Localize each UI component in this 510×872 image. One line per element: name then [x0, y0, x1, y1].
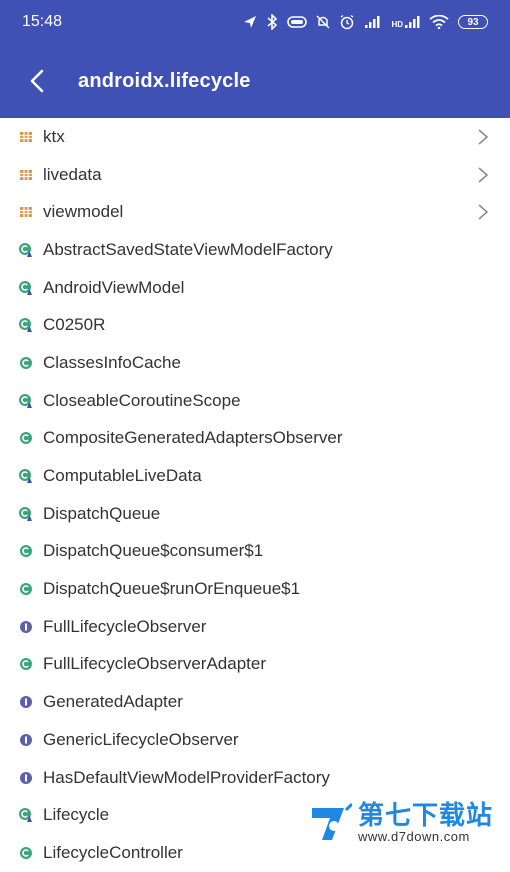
class-row[interactable]: GeneratedAdapter	[0, 683, 510, 721]
mute-icon	[316, 15, 330, 29]
alarm-icon	[341, 14, 354, 30]
status-time: 15:48	[22, 13, 63, 30]
row-label: GeneratedAdapter	[43, 692, 183, 712]
class-icon	[18, 845, 34, 861]
interface-icon	[18, 619, 34, 635]
row-label: livedata	[43, 164, 102, 184]
bluetooth-icon	[267, 14, 278, 30]
row-label: DispatchQueue$consumer$1	[43, 541, 264, 561]
row-label: ktx	[43, 126, 65, 146]
row-label: ComputableLiveData	[43, 466, 202, 486]
location-icon	[244, 16, 257, 28]
row-label: CompositeGeneratedAdaptersObserver	[43, 428, 343, 448]
abstract-class-icon	[18, 317, 34, 333]
interface-icon	[18, 732, 34, 748]
class-row[interactable]: ClassesInfoCache	[0, 344, 510, 382]
class-row[interactable]: DispatchQueue	[0, 495, 510, 533]
class-icon	[18, 581, 34, 597]
data-saver-icon	[287, 16, 308, 28]
abstract-class-icon	[18, 506, 34, 522]
package-row[interactable]: ktx	[0, 118, 510, 156]
watermark-logo-icon	[312, 802, 352, 840]
package-row[interactable]: livedata	[0, 156, 510, 194]
back-button[interactable]	[14, 58, 60, 104]
class-row[interactable]: ComputableLiveData	[0, 457, 510, 495]
row-label: FullLifecycleObserver	[43, 616, 207, 636]
watermark-text: 第七下载站	[358, 799, 494, 830]
row-label: DispatchQueue$runOrEnqueue$1	[43, 579, 301, 599]
battery-icon: 93	[458, 15, 488, 29]
row-label: FullLifecycleObserverAdapter	[43, 654, 266, 674]
abstract-class-icon	[18, 280, 34, 296]
class-row[interactable]: CompositeGeneratedAdaptersObserver	[0, 420, 510, 458]
class-row[interactable]: AndroidViewModel	[0, 269, 510, 307]
class-row[interactable]: FullLifecycleObserverAdapter	[0, 646, 510, 684]
interface-icon	[18, 694, 34, 710]
abstract-class-icon	[18, 393, 34, 409]
hd-label: HD	[391, 20, 403, 29]
page-title: androidx.lifecycle	[78, 69, 251, 92]
row-label: Lifecycle	[43, 805, 110, 825]
status-icons: HD 93	[243, 14, 488, 30]
class-row[interactable]: CloseableCoroutineScope	[0, 382, 510, 420]
class-row[interactable]: GenericLifecycleObserver	[0, 721, 510, 759]
class-row[interactable]: AbstractSavedStateViewModelFactory	[0, 231, 510, 269]
row-label: C0250R	[43, 315, 106, 335]
package-row[interactable]: viewmodel	[0, 193, 510, 231]
back-arrow-icon	[30, 69, 44, 93]
row-label: HasDefaultViewModelProviderFactory	[43, 767, 330, 787]
class-row[interactable]: DispatchQueue$consumer$1	[0, 533, 510, 571]
abstract-class-icon	[18, 807, 34, 823]
class-row[interactable]: C0250R	[0, 306, 510, 344]
package-icon	[18, 129, 34, 145]
row-label: LifecycleController	[43, 842, 183, 862]
class-row[interactable]: HasDefaultViewModelProviderFactory	[0, 759, 510, 797]
interface-icon	[18, 770, 34, 786]
chevron-right-icon	[476, 128, 490, 146]
class-list: ktx livedata viewmodel AbstractSavedStateVi…	[0, 118, 510, 872]
wifi-icon	[429, 15, 449, 29]
class-icon	[18, 543, 34, 559]
watermark: 第七下载站 www.d7down.com	[308, 796, 504, 848]
class-row[interactable]: FullLifecycleObserver	[0, 608, 510, 646]
row-label: ClassesInfoCache	[43, 352, 181, 372]
class-icon	[18, 656, 34, 672]
row-label: AbstractSavedStateViewModelFactory	[43, 239, 333, 259]
class-row[interactable]: DispatchQueue$runOrEnqueue$1	[0, 570, 510, 608]
status-bar: 15:48 HD 93	[0, 0, 510, 44]
abstract-class-icon	[18, 242, 34, 258]
package-icon	[18, 204, 34, 220]
watermark-url: www.d7down.com	[358, 828, 470, 844]
row-label: DispatchQueue	[43, 503, 161, 523]
app-bar: androidx.lifecycle	[0, 44, 510, 118]
row-label: AndroidViewModel	[43, 277, 185, 297]
row-label: CloseableCoroutineScope	[43, 390, 241, 410]
class-icon	[18, 430, 34, 446]
row-label: GenericLifecycleObserver	[43, 729, 239, 749]
row-label: viewmodel	[43, 202, 124, 222]
chevron-right-icon	[476, 166, 490, 184]
chevron-right-icon	[476, 203, 490, 221]
package-icon	[18, 167, 34, 183]
class-icon	[18, 355, 34, 371]
signal-icon	[365, 16, 380, 28]
signal-hd-icon: HD	[391, 15, 420, 29]
abstract-class-icon	[18, 468, 34, 484]
